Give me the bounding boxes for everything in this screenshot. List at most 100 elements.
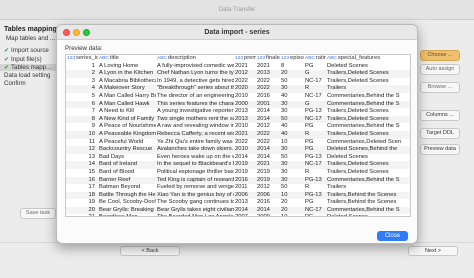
browse-button[interactable]: Browse ... [420, 82, 460, 93]
table-cell: 2014 [235, 153, 248, 160]
table-cell: NC-17 [304, 115, 326, 124]
checkmark-icon: ✔ [4, 65, 10, 71]
column-header[interactable]: 123episodes [280, 55, 304, 63]
columns-button[interactable]: Columns ... [420, 110, 460, 121]
table-cell: Deleted Scenes [327, 153, 368, 160]
column-header[interactable]: ABCspecial_features [326, 55, 410, 63]
table-cell: PG-13 [304, 191, 326, 200]
table-cell: NC-17 [305, 77, 322, 84]
wizard-step-input-files[interactable]: ✔ Input file(s) [4, 56, 42, 63]
table-cell: Battle Through the He [98, 191, 156, 200]
table-cell: PG [305, 123, 314, 130]
table-cell: 2019 [234, 161, 256, 169]
table-cell: Trailers,Deleted Scenes [327, 168, 389, 175]
page-subheading: Map tables and ... [6, 35, 56, 42]
target-ddl-button[interactable]: Target DDL [420, 128, 460, 139]
table-cell: 50 [281, 77, 288, 84]
table-cell: A Loving Home [99, 62, 139, 69]
table-row[interactable]: 15 Bard of Blood Political espionage thril… [66, 169, 410, 177]
table-cell: "Breakthrough" series about the lo [156, 85, 234, 93]
table-cell: 1 [91, 62, 95, 69]
table-cell: Trailers,Behind the Scenes [326, 191, 410, 200]
preview-data-label: Preview data: [65, 45, 103, 52]
table-cell: 7 [91, 108, 95, 115]
table-cell: 2016 [257, 199, 270, 206]
table-row[interactable]: 3 A Macabria Bibliotheca In 1949, a detect… [66, 78, 410, 86]
table-cell: Deleted Scenes [327, 62, 368, 69]
table-row[interactable]: 5 A Man Called Harry Br The director of an… [66, 93, 410, 101]
dialog-title: Data import - series [204, 29, 270, 36]
table-row[interactable]: 16 Barrier Reef Ted King is captain of res… [66, 176, 410, 185]
auto-assign-button[interactable]: Auto assign [420, 64, 460, 75]
column-header[interactable]: 123premiere [234, 55, 256, 63]
table-cell: 2014 [257, 153, 270, 160]
next-button[interactable]: Next > [408, 246, 458, 256]
table-cell: PG [305, 62, 314, 69]
table-row[interactable]: 10 A Peaceable Kingdom Rebecca Cafferty, a… [66, 130, 410, 139]
save-task-button[interactable]: Save task [20, 208, 56, 219]
table-cell: 2014 [234, 206, 256, 215]
table-row[interactable]: 4A Makeover Story "Breakthrough" series a… [66, 85, 410, 93]
table-header-row: 123series_id ABCtitle ABCdescription 123pre… [66, 55, 410, 63]
table-cell: 2022 [257, 138, 270, 145]
table-cell: Trailers,Deleted Scenes [327, 77, 389, 84]
table-row[interactable]: 1 A Loving Home A fully-improvised comedic… [66, 63, 410, 71]
table-row[interactable]: 20 Bear Grylls: Breaking Bear Grylls takes… [66, 206, 410, 215]
back-button[interactable]: < Back [120, 246, 180, 256]
table-row[interactable]: 19 Be Cool, Scooby-Doo! The Scooby gang co… [66, 199, 410, 207]
preview-data-button[interactable]: Preview data [420, 144, 460, 155]
table-cell: 2006 [234, 191, 256, 200]
table-cell: 9 [91, 123, 95, 130]
column-header-label: premiere [244, 55, 256, 61]
table-row[interactable]: 7 A Need to Kill A young investigative rep… [66, 108, 410, 116]
table-row[interactable]: 14 Bard of Ireland In the sequel to Blackb… [66, 161, 410, 169]
table-row[interactable]: 6A Man Called Hawk This series features t… [66, 100, 410, 109]
table-row[interactable]: 18 Battle Through the He Xiao Yan is the g… [66, 191, 410, 200]
table-row[interactable]: 13 Bad Days Even heroes wake up on the wro… [66, 154, 410, 162]
table-cell: 3 [91, 77, 95, 84]
table-cell: 2013 [256, 70, 280, 78]
column-header[interactable]: ABCrating [304, 55, 326, 63]
column-header[interactable]: 123finale_ye [256, 55, 280, 63]
table-row[interactable]: 2A Lyon in the Kitchen Chef Nathan Lyon t… [66, 70, 410, 78]
table-cell: A fully-improvised comedic web ser [157, 62, 234, 69]
table-cell: 2013 [234, 115, 256, 124]
table-cell: 2012 [257, 184, 270, 191]
table-row[interactable]: 21Beardless ManThe Bearded Man Los Angel… [66, 214, 410, 216]
table-cell: 20 [280, 70, 304, 78]
table-cell: Even heroes wake up on the wrong [157, 153, 234, 160]
table-cell: A Man Called Hawk [98, 100, 156, 109]
table-cell: 13 [88, 153, 95, 160]
choose-button[interactable]: Choose ... [420, 50, 460, 61]
close-button[interactable]: Close [377, 231, 408, 241]
column-header[interactable]: 123series_id [66, 55, 98, 63]
table-cell: Deleted Scenes,Behind the [326, 146, 410, 154]
table-cell: 2013 [235, 108, 248, 115]
table-cell: 2022 [256, 85, 280, 93]
table-cell: Bard of Blood [99, 168, 135, 175]
table-row[interactable]: 8A New Kind of Family Two single mothers … [66, 115, 410, 124]
table-cell: 40 [281, 92, 288, 99]
table-row[interactable]: 9 A Peace of Nourishme A raw and revealing… [66, 123, 410, 131]
table-cell: 2 [66, 70, 98, 78]
table-row[interactable]: 17 Batman Beyond Fueled by remorse and ven… [66, 184, 410, 192]
wizard-step-import-source[interactable]: ✔ Import source [4, 47, 49, 54]
table-cell: A Peaceable Kingdom [98, 130, 156, 139]
column-type-icon: ABC [99, 56, 109, 61]
table-cell: Two single mothers rent the same h [156, 115, 234, 124]
preview-table[interactable]: 123series_id ABCtitle ABCdescription 123pre… [65, 54, 411, 217]
table-row[interactable]: 12 Backcountry Rescue Avalanches take down… [66, 146, 410, 154]
table-cell: G [304, 100, 326, 109]
table-cell: A Man Called Harry Br [99, 92, 156, 99]
column-header-label: finale_ye [266, 55, 280, 61]
table-cell: 2014 [256, 146, 280, 154]
wizard-step-confirm[interactable]: Confirm [4, 80, 26, 87]
column-header[interactable]: ABCtitle [98, 55, 156, 63]
table-cell: A Macabria Bibliotheca [99, 77, 156, 84]
column-header[interactable]: ABCdescription [156, 55, 234, 63]
table-cell: 2010 [234, 146, 256, 154]
table-row[interactable]: 11 A Peaceful World Ye Zhi Qiu's entire fa… [66, 139, 410, 147]
table-cell: 4 [66, 85, 98, 93]
table-cell: 21 [66, 214, 98, 216]
wizard-step-data-load-settings[interactable]: Data load setting [4, 72, 50, 79]
